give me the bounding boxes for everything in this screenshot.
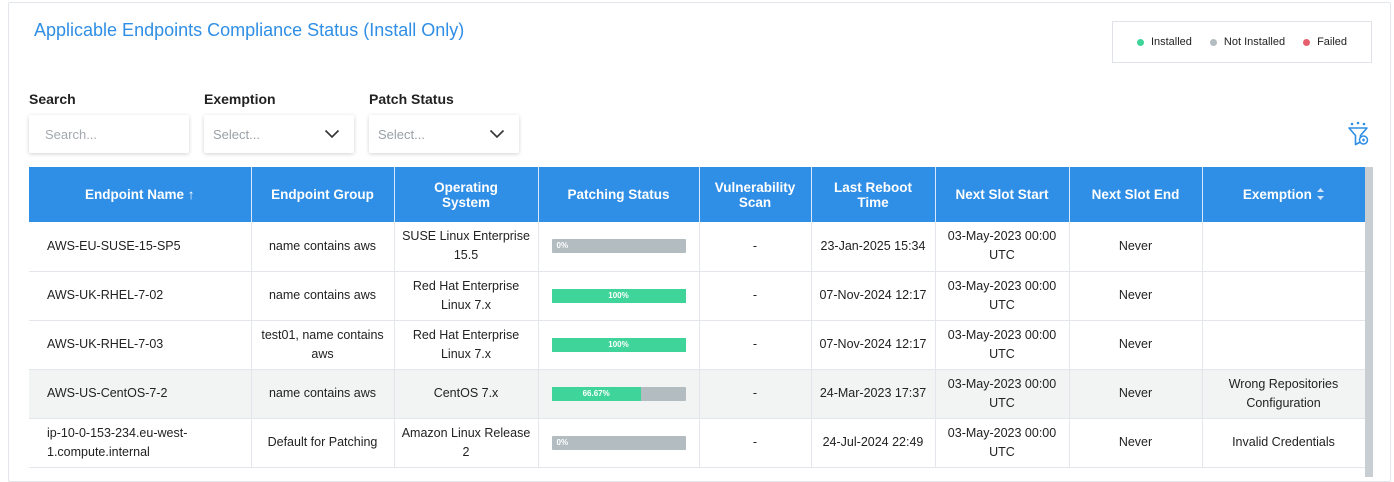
next-slot-start-cell: 03-May-2023 00:00 UTC xyxy=(935,369,1070,419)
last-reboot-time-cell: 23-Jan-2025 15:34 xyxy=(811,222,936,272)
last-reboot-time-cell: 24-Jul-2024 22:49 xyxy=(811,418,936,468)
next-slot-end-cell: Never xyxy=(1069,418,1203,468)
table-row[interactable]: AWS-UK-RHEL-7-02 name contains aws Red Hat… xyxy=(29,271,1366,321)
endpoint-group-cell: name contains aws xyxy=(251,271,395,321)
next-slot-start-cell: 03-May-2023 00:00 UTC xyxy=(935,222,1070,272)
endpoints-table: Endpoint Name ↑ Endpoint Group Operating… xyxy=(29,167,1366,468)
endpoint-name-cell: ip-10-0-153-234.eu-west-1.compute.intern… xyxy=(29,418,252,468)
patching-status-cell: 100% xyxy=(538,271,700,321)
column-header-last-reboot-time[interactable]: Last Reboot Time xyxy=(811,167,936,222)
exemption-cell xyxy=(1202,320,1366,370)
next-slot-end-cell: Never xyxy=(1069,320,1203,370)
search-label: Search xyxy=(29,91,76,107)
table-row[interactable]: AWS-UK-RHEL-7-03 test01, name contains aw… xyxy=(29,320,1366,370)
next-slot-end-cell: Never xyxy=(1069,369,1203,419)
page-title: Applicable Endpoints Compliance Status (… xyxy=(34,20,465,40)
endpoint-group-cell: name contains aws xyxy=(251,369,395,419)
operating-system-cell: Amazon Linux Release 2 xyxy=(394,418,539,468)
last-reboot-time-cell: 24-Mar-2023 17:37 xyxy=(811,369,936,419)
operating-system-cell: Red Hat Enterprise Linux 7.x xyxy=(394,320,539,370)
table-row[interactable]: ip-10-0-153-234.eu-west-1.compute.intern… xyxy=(29,418,1366,468)
exemption-select-placeholder: Select... xyxy=(213,126,260,142)
patch-status-select-placeholder: Select... xyxy=(378,126,425,142)
patching-progress-bar: 100% xyxy=(551,288,686,303)
column-header-vulnerability-scan[interactable]: Vulnerability Scan xyxy=(699,167,812,222)
next-slot-end-cell: Never xyxy=(1069,222,1203,272)
search-input[interactable] xyxy=(43,125,175,143)
exemption-label: Exemption xyxy=(204,91,276,107)
installed-dot-icon xyxy=(1136,38,1144,46)
chevron-down-icon xyxy=(324,129,340,139)
next-slot-end-cell: Never xyxy=(1069,271,1203,321)
patching-progress-bar: 0% xyxy=(551,435,686,450)
failed-dot-icon xyxy=(1303,38,1311,46)
patch-status-select[interactable]: Select... xyxy=(369,115,519,153)
not-installed-dot-icon xyxy=(1209,38,1217,46)
legend: Installed Not Installed Failed xyxy=(1112,21,1372,63)
next-slot-start-cell: 03-May-2023 00:00 UTC xyxy=(935,418,1070,468)
patching-progress-bar: 66.67% xyxy=(551,386,686,401)
last-reboot-time-cell: 07-Nov-2024 12:17 xyxy=(811,271,936,321)
endpoint-name-cell: AWS-US-CentOS-7-2 xyxy=(29,369,252,419)
vulnerability-scan-cell: - xyxy=(699,369,812,419)
patching-status-cell: 100% xyxy=(538,320,700,370)
patching-progress-bar: 0% xyxy=(551,239,686,254)
column-header-operating-system[interactable]: Operating System xyxy=(394,167,539,222)
endpoints-table-container[interactable]: Endpoint Name ↑ Endpoint Group Operating… xyxy=(29,167,1373,477)
vulnerability-scan-cell: - xyxy=(699,418,812,468)
column-header-exemption[interactable]: Exemption xyxy=(1202,167,1365,222)
endpoint-name-cell: AWS-UK-RHEL-7-02 xyxy=(29,271,252,321)
patching-progress-label: 0% xyxy=(556,241,569,251)
vulnerability-scan-cell: - xyxy=(699,271,812,321)
exemption-cell: Invalid Credentials xyxy=(1202,418,1366,468)
chevron-down-icon xyxy=(489,129,505,139)
patch-status-label: Patch Status xyxy=(369,91,454,107)
column-header-endpoint-group[interactable]: Endpoint Group xyxy=(251,167,395,222)
legend-label: Installed xyxy=(1150,36,1192,48)
vulnerability-scan-cell: - xyxy=(699,320,812,370)
patching-progress-label: 66.67% xyxy=(582,388,610,398)
patching-status-cell: 0% xyxy=(538,418,700,468)
legend-label: Not Installed xyxy=(1223,36,1286,48)
table-scrollbar[interactable] xyxy=(1365,167,1373,477)
filter-reset-icon[interactable] xyxy=(1346,121,1370,147)
legend-item-installed: Installed xyxy=(1136,36,1192,48)
endpoint-name-cell: AWS-UK-RHEL-7-03 xyxy=(29,320,252,370)
next-slot-start-cell: 03-May-2023 00:00 UTC xyxy=(935,320,1070,370)
legend-item-failed: Failed xyxy=(1303,36,1347,48)
legend-item-not-installed: Not Installed xyxy=(1209,36,1286,48)
endpoint-name-cell: AWS-EU-SUSE-15-SP5 xyxy=(29,222,252,272)
exemption-cell: Wrong Repositories Configuration xyxy=(1202,369,1366,419)
exemption-select[interactable]: Select... xyxy=(204,115,354,153)
patching-status-cell: 66.67% xyxy=(538,369,700,419)
table-header-row: Endpoint Name ↑ Endpoint Group Operating… xyxy=(29,167,1365,222)
legend-label: Failed xyxy=(1317,36,1348,48)
search-field[interactable] xyxy=(29,115,189,153)
exemption-cell xyxy=(1202,271,1366,321)
vulnerability-scan-cell: - xyxy=(699,222,812,272)
patching-progress-bar: 100% xyxy=(551,337,686,352)
table-row[interactable]: AWS-EU-SUSE-15-SP5 name contains aws SUSE … xyxy=(29,222,1366,272)
endpoint-group-cell: Default for Patching xyxy=(251,418,395,468)
patching-progress-label: 100% xyxy=(608,339,629,349)
column-header-next-slot-start[interactable]: Next Slot Start xyxy=(935,167,1070,222)
sort-icon[interactable] xyxy=(1316,187,1325,202)
table-row[interactable]: AWS-US-CentOS-7-2 name contains aws CentOS… xyxy=(29,369,1366,419)
column-header-endpoint-name[interactable]: Endpoint Name ↑ xyxy=(29,167,252,222)
column-header-patching-status[interactable]: Patching Status xyxy=(538,167,700,222)
operating-system-cell: CentOS 7.x xyxy=(394,369,539,419)
exemption-cell xyxy=(1202,222,1366,272)
endpoint-group-cell: test01, name contains aws xyxy=(251,320,395,370)
patching-status-cell: 0% xyxy=(538,222,700,272)
operating-system-cell: SUSE Linux Enterprise 15.5 xyxy=(394,222,539,272)
last-reboot-time-cell: 07-Nov-2024 12:17 xyxy=(811,320,936,370)
operating-system-cell: Red Hat Enterprise Linux 7.x xyxy=(394,271,539,321)
endpoint-group-cell: name contains aws xyxy=(251,222,395,272)
next-slot-start-cell: 03-May-2023 00:00 UTC xyxy=(935,271,1070,321)
patching-progress-label: 100% xyxy=(608,290,629,300)
patching-progress-label: 0% xyxy=(556,437,569,447)
column-header-next-slot-end[interactable]: Next Slot End xyxy=(1069,167,1203,222)
